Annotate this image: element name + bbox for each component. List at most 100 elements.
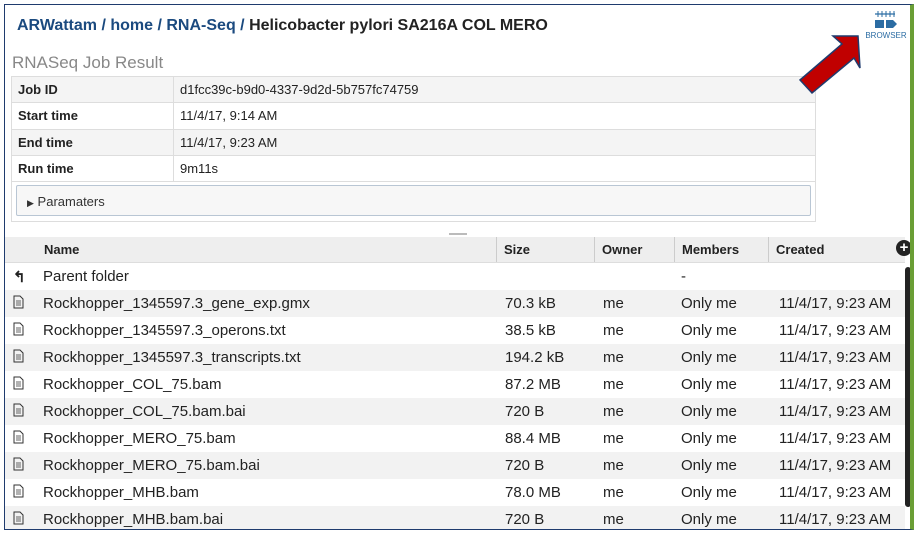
breadcrumb-home[interactable]: home (110, 17, 153, 34)
breadcrumb-separator: / (153, 17, 167, 34)
job-info-label: End time (11, 128, 174, 156)
file-icon (5, 457, 37, 475)
file-created: 11/4/17, 9:23 AM (779, 457, 892, 474)
file-owner: me (603, 430, 624, 447)
breadcrumb-separator: / (235, 17, 250, 34)
job-info-value: 11/4/17, 9:14 AM (173, 102, 816, 130)
file-name: Rockhopper_MHB.bam (43, 484, 199, 501)
parent-folder-row[interactable]: ↰ Parent folder - (5, 263, 905, 290)
file-name: Rockhopper_1345597.3_operons.txt (43, 322, 286, 339)
up-arrow-icon: ↰ (13, 268, 26, 286)
file-members: Only me (681, 484, 737, 501)
job-info-row: End time 11/4/17, 9:23 AM (11, 128, 816, 156)
file-members: Only me (681, 457, 737, 474)
file-row[interactable]: Rockhopper_COL_75.bam.bai 720 B me Only me 1… (5, 398, 905, 425)
file-members: Only me (681, 349, 737, 366)
file-row[interactable]: Rockhopper_1345597.3_operons.txt 38.5 kB m… (5, 317, 905, 344)
file-members: Only me (681, 430, 737, 447)
file-name: Rockhopper_MERO_75.bam.bai (43, 457, 260, 474)
file-name: Rockhopper_COL_75.bam.bai (43, 403, 246, 420)
file-created: 11/4/17, 9:23 AM (779, 430, 892, 447)
breadcrumb-folder[interactable]: RNA-Seq (166, 17, 235, 34)
file-members: Only me (681, 322, 737, 339)
file-name: Rockhopper_MHB.bam.bai (43, 511, 224, 528)
browser-label: BROWSER (865, 31, 907, 40)
breadcrumb-user[interactable]: ARWattam (17, 17, 97, 34)
file-row[interactable]: Rockhopper_MHB.bam.bai 720 B me Only me 11/4… (5, 506, 905, 529)
scrollbar[interactable] (905, 267, 910, 507)
file-row[interactable]: Rockhopper_1345597.3_transcripts.txt 194.… (5, 344, 905, 371)
breadcrumb-separator: / (97, 17, 111, 34)
add-column-button[interactable]: + (896, 240, 910, 256)
header-owner[interactable]: Owner (595, 237, 675, 262)
header-size[interactable]: Size (497, 237, 595, 262)
job-info-row: Start time 11/4/17, 9:14 AM (11, 102, 816, 130)
job-info-label: Job ID (11, 75, 174, 104)
file-size: 720 B (505, 457, 545, 474)
job-info-value: 9m11s (173, 154, 816, 183)
file-members: - (681, 268, 686, 285)
file-row[interactable]: Rockhopper_1345597.3_gene_exp.gmx 70.3 kB… (5, 290, 905, 317)
header-name[interactable]: Name (37, 237, 497, 262)
file-members: Only me (681, 295, 737, 312)
file-owner: me (603, 349, 624, 366)
file-name: Rockhopper_MERO_75.bam (43, 430, 236, 447)
file-size: 78.0 MB (505, 484, 561, 501)
job-info-label: Run time (11, 154, 174, 183)
file-icon (5, 349, 37, 367)
parameters-toggle[interactable]: ▶ Paramaters (16, 185, 811, 216)
file-size: 88.4 MB (505, 430, 561, 447)
job-info-value: d1fcc39c-b9d0-4337-9d2d-5b757fc74759 (173, 75, 816, 104)
file-icon (5, 511, 37, 529)
file-icon (5, 322, 37, 340)
file-icon (5, 484, 37, 502)
file-owner: me (603, 484, 624, 501)
header-created[interactable]: Created (769, 237, 905, 262)
file-row[interactable]: Rockhopper_MERO_75.bam 88.4 MB me Only me 11… (5, 425, 905, 452)
file-icon (5, 403, 37, 421)
file-created: 11/4/17, 9:23 AM (779, 322, 892, 339)
genome-browser-icon (875, 11, 897, 28)
file-owner: me (603, 376, 624, 393)
job-info-table: Job ID d1fcc39c-b9d0-4337-9d2d-5b757fc747… (11, 75, 816, 183)
file-icon (5, 430, 37, 448)
file-icon (5, 376, 37, 394)
file-created: 11/4/17, 9:23 AM (779, 403, 892, 420)
file-owner: me (603, 457, 624, 474)
file-size: 38.5 kB (505, 322, 556, 339)
job-info-row: Run time 9m11s (11, 154, 816, 183)
file-created: 11/4/17, 9:23 AM (779, 511, 892, 528)
file-size: 720 B (505, 511, 545, 528)
file-row[interactable]: Rockhopper_COL_75.bam 87.2 MB me Only me 11/… (5, 371, 905, 398)
resize-handle[interactable] (449, 233, 467, 235)
file-name: Rockhopper_1345597.3_transcripts.txt (43, 349, 301, 366)
job-info-row: Job ID d1fcc39c-b9d0-4337-9d2d-5b757fc747… (11, 75, 816, 104)
file-owner: me (603, 322, 624, 339)
file-members: Only me (681, 511, 737, 528)
file-owner: me (603, 295, 624, 312)
file-created: 11/4/17, 9:23 AM (779, 295, 892, 312)
header-members[interactable]: Members (675, 237, 769, 262)
breadcrumb-current: Helicobacter pylori SA216A COL MERO (249, 17, 548, 34)
red-arrow-annotation (798, 35, 861, 95)
file-icon (5, 295, 37, 313)
file-created: 11/4/17, 9:23 AM (779, 349, 892, 366)
file-name: Parent folder (43, 268, 129, 285)
caret-right-icon: ▶ (27, 198, 34, 208)
file-owner: me (603, 403, 624, 420)
file-members: Only me (681, 403, 737, 420)
job-info-value: 11/4/17, 9:23 AM (173, 128, 816, 156)
grid-header: Name Size Owner Members Created (5, 237, 905, 263)
job-info-label: Start time (11, 102, 174, 130)
file-size: 87.2 MB (505, 376, 561, 393)
file-size: 720 B (505, 403, 545, 420)
file-created: 11/4/17, 9:23 AM (779, 484, 892, 501)
file-created: 11/4/17, 9:23 AM (779, 376, 892, 393)
file-size: 194.2 kB (505, 349, 565, 366)
page-subtitle: RNASeq Job Result (12, 53, 164, 72)
job-result-panel: ARWattam / home / RNA-Seq / Helicobacter… (4, 4, 914, 530)
file-row[interactable]: Rockhopper_MHB.bam 78.0 MB me Only me 11/4/1… (5, 479, 905, 506)
header-icon-col (5, 237, 37, 262)
file-row[interactable]: Rockhopper_MERO_75.bam.bai 720 B me Only me… (5, 452, 905, 479)
browser-button[interactable]: BROWSER (861, 11, 910, 40)
